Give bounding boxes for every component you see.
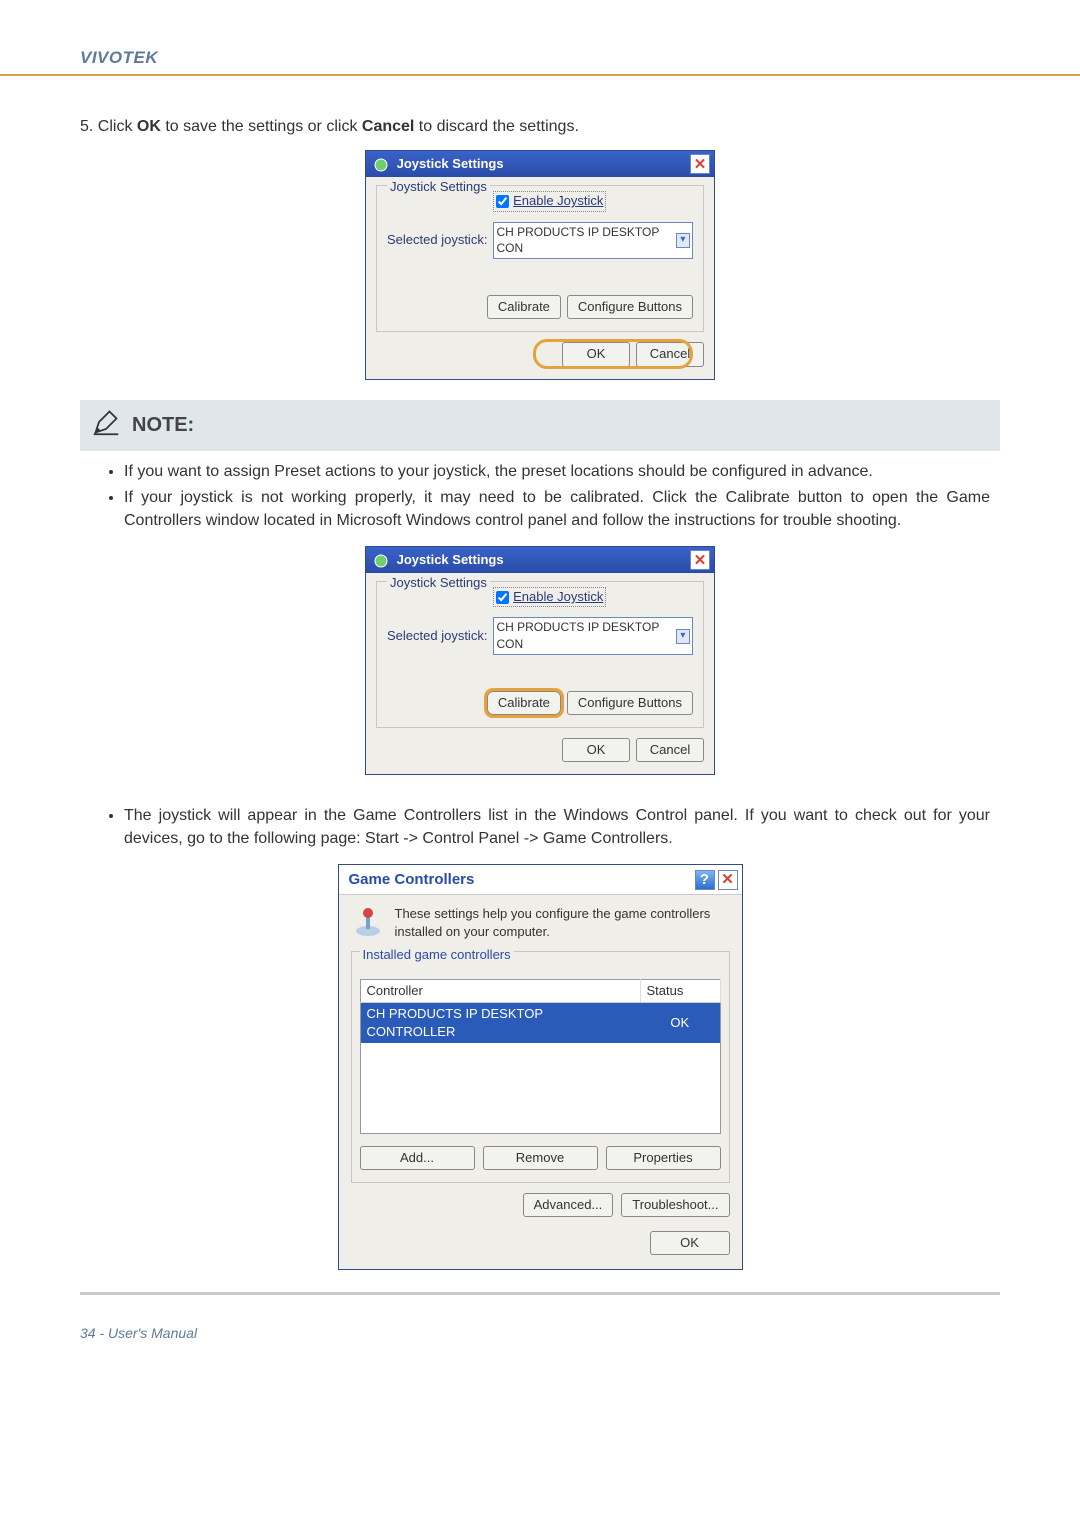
enable-joystick-label: Enable Joystick xyxy=(513,589,603,604)
enable-joystick-row[interactable]: Enable Joystick xyxy=(493,587,606,607)
enable-joystick-label: Enable Joystick xyxy=(513,193,603,208)
selected-joystick-label: Selected joystick: xyxy=(387,627,487,645)
configure-buttons-button[interactable]: Configure Buttons xyxy=(567,691,693,715)
step5-suffix: to discard the settings. xyxy=(414,118,579,135)
footer-rule xyxy=(80,1292,1000,1295)
close-button[interactable]: ✕ xyxy=(718,870,738,890)
joystick-icon xyxy=(351,905,385,939)
game-controllers-dialog: Game Controllers ? ✕ These settings help… xyxy=(338,864,743,1270)
calibrate-button[interactable]: Calibrate xyxy=(487,295,561,319)
step-5-text: 5. Click OK to save the settings or clic… xyxy=(80,116,1000,138)
table-row[interactable]: CH PRODUCTS IP DESKTOP CONTROLLER OK xyxy=(360,1002,720,1043)
enable-joystick-checkbox[interactable] xyxy=(496,195,509,208)
dialog-titlebar[interactable]: Joystick Settings ✕ xyxy=(366,151,714,177)
joystick-settings-dialog-1: Joystick Settings ✕ Joystick Settings En… xyxy=(365,150,715,379)
advanced-button[interactable]: Advanced... xyxy=(523,1193,614,1217)
app-icon xyxy=(374,158,388,172)
dialog-titlebar[interactable]: Game Controllers ? ✕ xyxy=(339,865,742,895)
note-item-3: The joystick will appear in the Game Con… xyxy=(124,805,990,850)
controller-status: OK xyxy=(640,1002,720,1043)
app-icon xyxy=(374,554,388,568)
cancel-button[interactable]: Cancel xyxy=(636,342,704,366)
close-button[interactable]: ✕ xyxy=(690,154,710,174)
properties-button[interactable]: Properties xyxy=(606,1146,721,1170)
enable-joystick-row[interactable]: Enable Joystick xyxy=(493,191,606,211)
fieldset-legend: Joystick Settings xyxy=(387,178,490,196)
dropdown-arrow-icon: ▾ xyxy=(676,233,690,248)
dialog-titlebar[interactable]: Joystick Settings ✕ xyxy=(366,547,714,573)
help-button[interactable]: ? xyxy=(695,870,715,890)
note-item-1: If you want to assign Preset actions to … xyxy=(124,461,990,483)
step5-mid: to save the settings or click xyxy=(161,118,362,135)
enable-joystick-checkbox[interactable] xyxy=(496,591,509,604)
step5-ok: OK xyxy=(137,118,161,135)
troubleshoot-button[interactable]: Troubleshoot... xyxy=(621,1193,729,1217)
step5-cancel: Cancel xyxy=(362,118,414,135)
selected-joystick-select[interactable]: CH PRODUCTS IP DESKTOP CON ▾ xyxy=(493,222,693,260)
col-controller: Controller xyxy=(360,979,640,1002)
note-header: NOTE: xyxy=(80,400,1000,451)
page-footer: 34 - User's Manual xyxy=(0,1325,1080,1341)
fieldset-legend: Joystick Settings xyxy=(387,574,490,592)
pencil-icon xyxy=(92,408,120,443)
dialog-title: Joystick Settings xyxy=(397,552,504,567)
dialog-title: Joystick Settings xyxy=(397,156,504,171)
dialog-title: Game Controllers xyxy=(349,869,475,890)
controller-name: CH PRODUCTS IP DESKTOP CONTROLLER xyxy=(360,1002,640,1043)
close-icon: ✕ xyxy=(694,157,707,172)
configure-buttons-button[interactable]: Configure Buttons xyxy=(567,295,693,319)
selected-joystick-select[interactable]: CH PRODUCTS IP DESKTOP CON ▾ xyxy=(493,617,693,655)
brand-name: VIVOTEK xyxy=(80,48,158,67)
close-icon: ✕ xyxy=(694,553,707,568)
joystick-settings-dialog-2: Joystick Settings ✕ Joystick Settings En… xyxy=(365,546,715,775)
step5-prefix: 5. Click xyxy=(80,118,137,135)
add-button[interactable]: Add... xyxy=(360,1146,475,1170)
dropdown-arrow-icon: ▾ xyxy=(676,629,690,644)
note-label: NOTE: xyxy=(132,411,194,439)
intro-text: These settings help you configure the ga… xyxy=(395,905,730,941)
selected-joystick-value: CH PRODUCTS IP DESKTOP CON xyxy=(496,619,675,653)
remove-button[interactable]: Remove xyxy=(483,1146,598,1170)
controllers-table[interactable]: Controller Status CH PRODUCTS IP DESKTOP… xyxy=(360,979,721,1134)
selected-joystick-value: CH PRODUCTS IP DESKTOP CON xyxy=(496,224,675,258)
close-button[interactable]: ✕ xyxy=(690,550,710,570)
close-icon: ✕ xyxy=(721,872,734,887)
ok-button[interactable]: OK xyxy=(562,342,630,366)
calibrate-button[interactable]: Calibrate xyxy=(487,691,561,715)
note-item-2: If your joystick is not working properly… xyxy=(124,487,990,532)
ok-button[interactable]: OK xyxy=(562,738,630,762)
cancel-button[interactable]: Cancel xyxy=(636,738,704,762)
selected-joystick-label: Selected joystick: xyxy=(387,231,487,249)
col-status: Status xyxy=(640,979,720,1002)
ok-button[interactable]: OK xyxy=(650,1231,730,1255)
installed-legend: Installed game controllers xyxy=(360,946,514,964)
